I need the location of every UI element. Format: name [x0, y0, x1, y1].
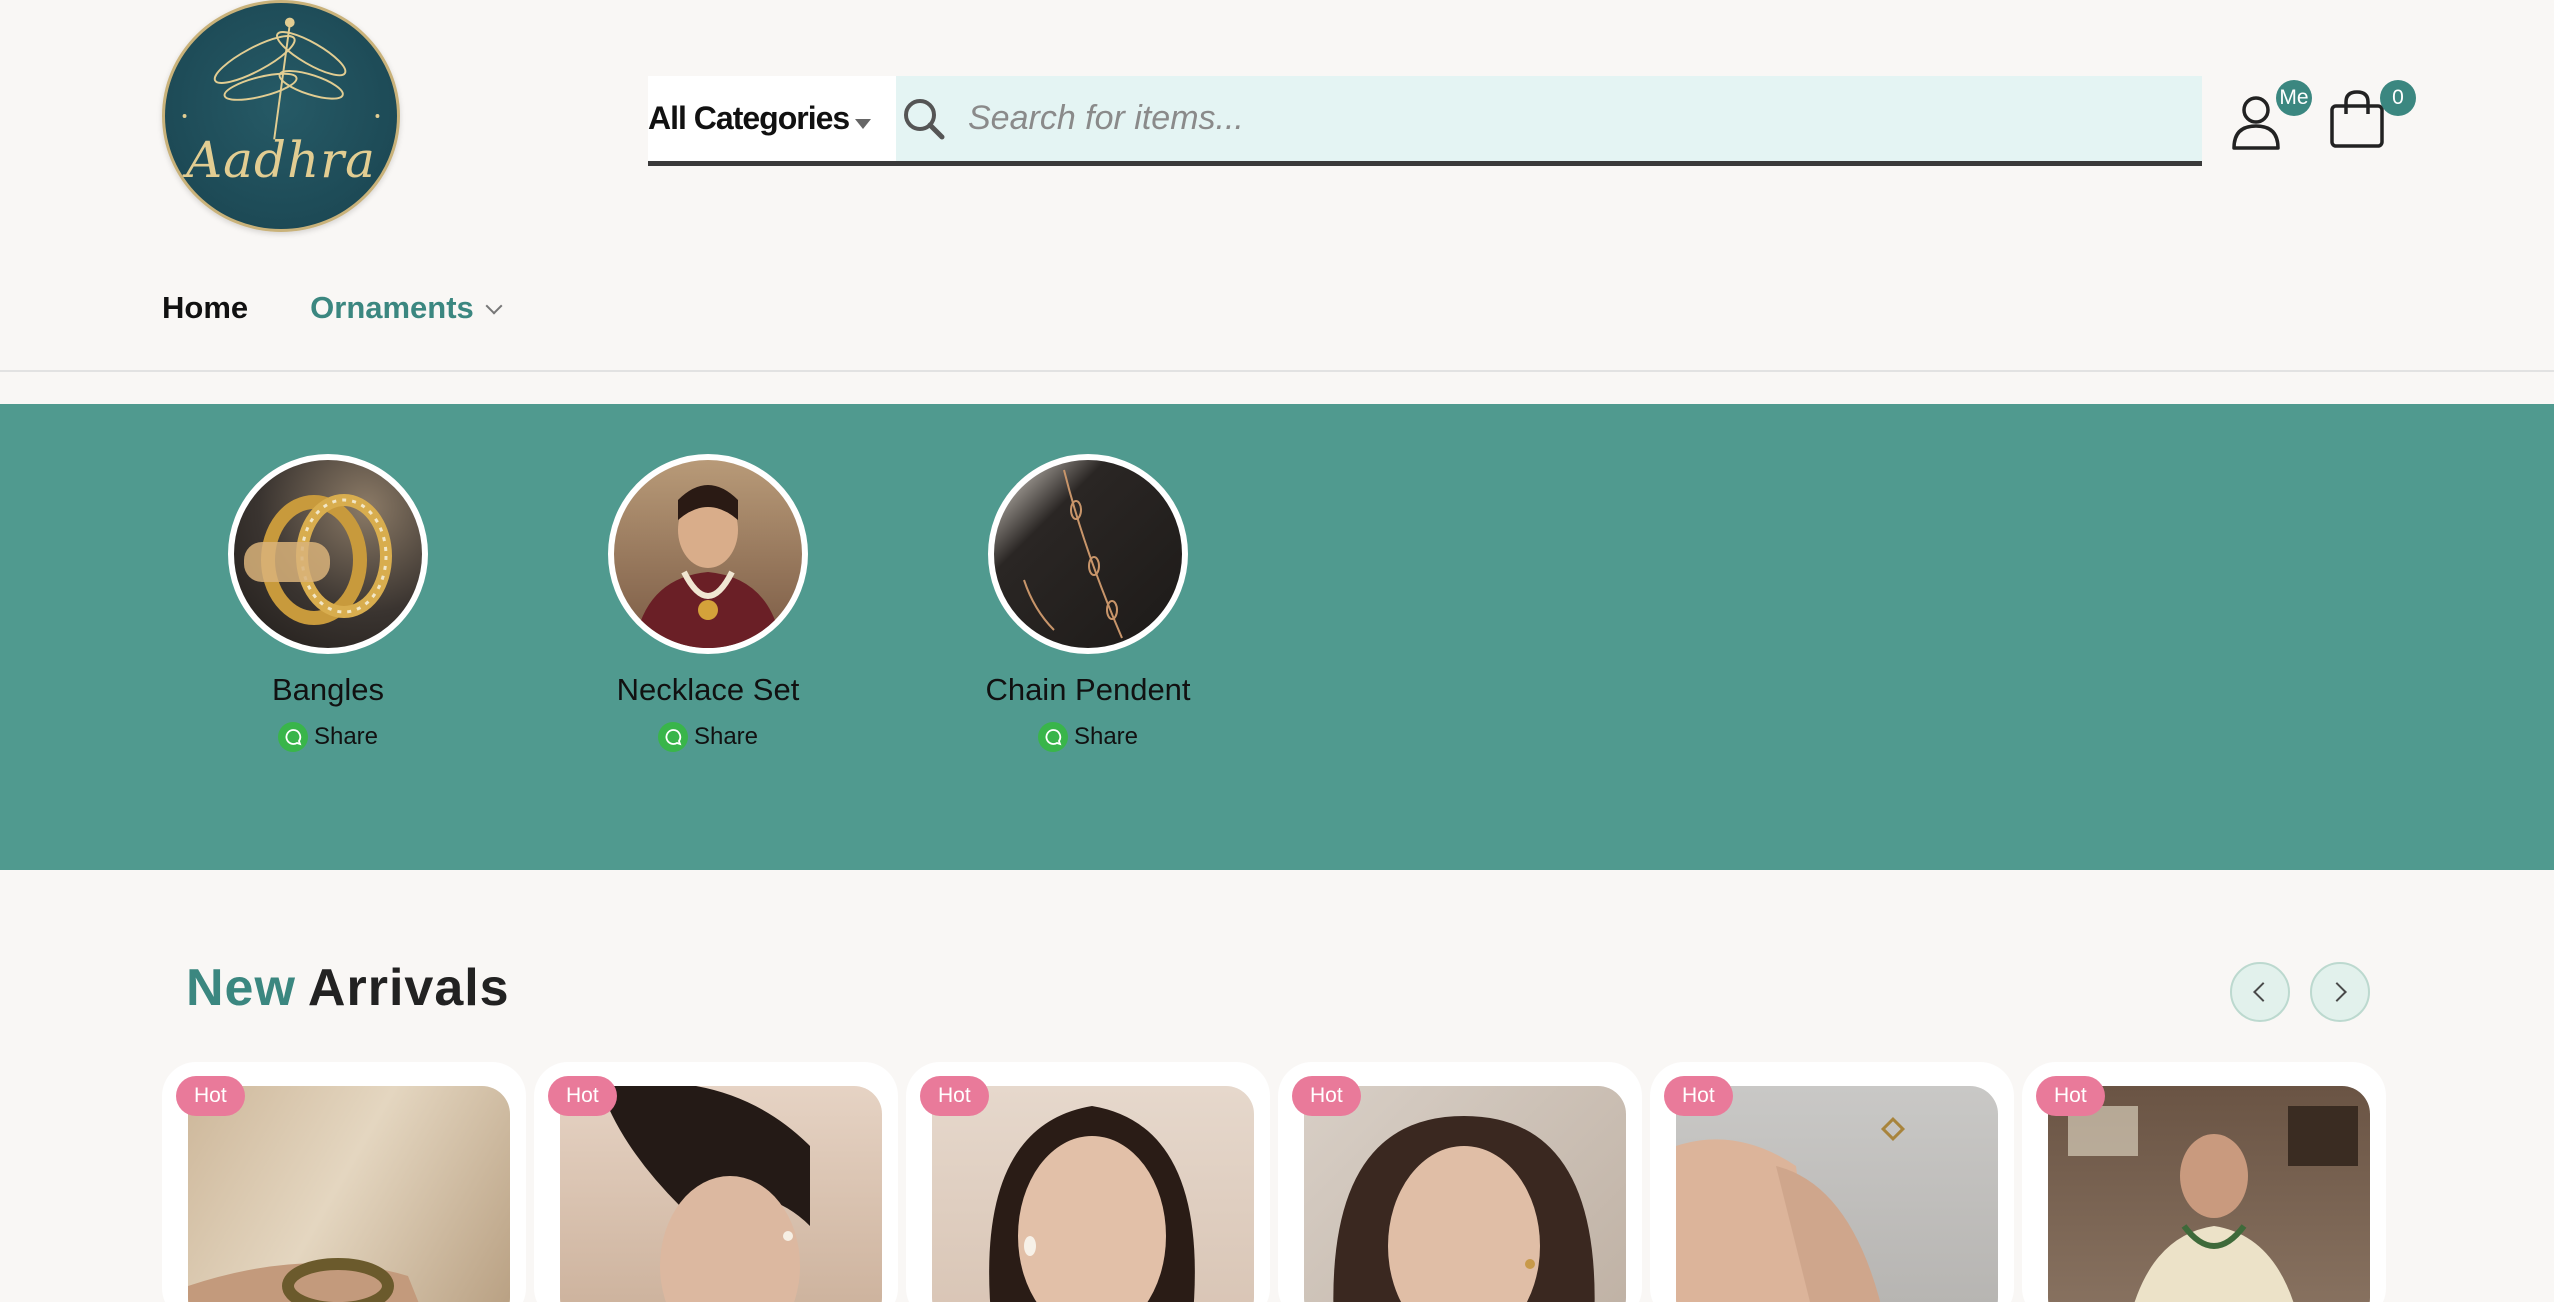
share-label: Share [313, 723, 379, 750]
category-item-bangles[interactable]: Bangles Share [198, 454, 458, 752]
whatsapp-icon [277, 722, 308, 752]
category-name: Bangles [271, 672, 385, 707]
nav-item-ornaments[interactable]: Ornaments [310, 290, 503, 326]
category-item-necklace-set[interactable]: Necklace Set Share [578, 454, 838, 752]
search-input[interactable] [968, 88, 2148, 149]
whatsapp-icon [1037, 722, 1068, 752]
shopping-bag-icon [2330, 90, 2384, 148]
category-image-bangles [228, 454, 428, 654]
search-field [896, 76, 2202, 161]
hot-badge: Hot [1292, 1076, 1361, 1116]
share-button[interactable]: Share [958, 722, 1218, 752]
hot-badge: Hot [548, 1076, 617, 1116]
nav-item-ornaments-label: Ornaments [310, 290, 474, 325]
cart-count-badge: 0 [2380, 80, 2416, 116]
chevron-left-icon [2253, 982, 2273, 1002]
product-image [932, 1086, 1254, 1302]
category-image-necklace-set [608, 454, 808, 654]
category-band: Bangles Share Necklace Set Share Chain P… [0, 404, 2554, 870]
search-bar: All Categories [648, 76, 2202, 166]
category-select[interactable]: All Categories [648, 76, 896, 161]
search-icon[interactable] [896, 91, 952, 147]
main-nav: Home Ornaments [162, 290, 503, 326]
dragonfly-icon [182, 17, 380, 140]
product-image [1676, 1086, 1998, 1302]
product-card[interactable]: Hot [534, 1062, 898, 1302]
whatsapp-icon [657, 722, 688, 752]
category-name: Chain Pendent [985, 672, 1191, 707]
share-label: Share [1073, 723, 1139, 750]
product-image [2048, 1086, 2370, 1302]
chevron-down-icon [485, 297, 503, 315]
section-title-highlight: New [186, 959, 296, 1017]
share-button[interactable]: Share [578, 722, 838, 752]
hot-badge: Hot [1664, 1076, 1733, 1116]
site-header: Aadhra All Categories Me 0 [0, 0, 2554, 372]
hot-badge: Hot [920, 1076, 989, 1116]
chevron-right-icon [2327, 982, 2347, 1002]
category-name: Necklace Set [616, 672, 800, 707]
product-card[interactable]: Hot [906, 1062, 1270, 1302]
product-image [560, 1086, 882, 1302]
product-carousel: Hot Hot Hot Hot Hot Hot [162, 1062, 2392, 1302]
product-card[interactable]: Hot [1278, 1062, 1642, 1302]
nav-item-home[interactable]: Home [162, 290, 248, 326]
brand-logo-text: Aadhra [186, 131, 376, 189]
product-image [188, 1086, 510, 1302]
hot-badge: Hot [176, 1076, 245, 1116]
carousel-next-button[interactable] [2310, 962, 2370, 1022]
section-title-new-arrivals: New Arrivals [186, 958, 510, 1018]
product-card[interactable]: Hot [1650, 1062, 2014, 1302]
share-label: Share [693, 723, 759, 750]
share-button[interactable]: Share [198, 722, 458, 752]
brand-logo[interactable]: Aadhra [162, 0, 400, 232]
hot-badge: Hot [2036, 1076, 2105, 1116]
carousel-prev-button[interactable] [2230, 962, 2290, 1022]
cart-button[interactable] [2328, 88, 2388, 150]
category-item-chain-pendent[interactable]: Chain Pendent Share [958, 454, 1218, 752]
section-title-rest: Arrivals [307, 959, 510, 1017]
account-badge: Me [2276, 80, 2312, 116]
category-select-label: All Categories [648, 100, 850, 136]
product-card[interactable]: Hot [162, 1062, 526, 1302]
category-image-chain-pendent [988, 454, 1188, 654]
caret-down-icon [855, 118, 872, 129]
product-card[interactable]: Hot [2022, 1062, 2386, 1302]
product-image [1304, 1086, 1626, 1302]
